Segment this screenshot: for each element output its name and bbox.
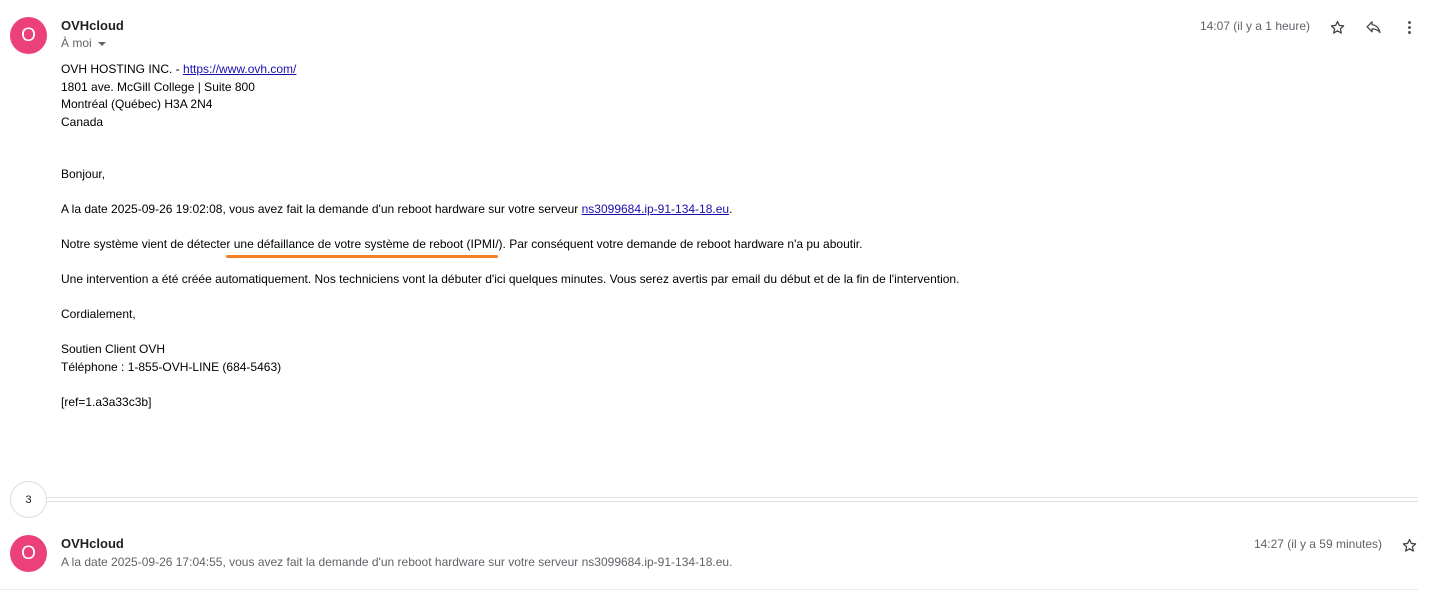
caret-down-icon [97,41,106,46]
sender-avatar-2[interactable]: O [10,535,47,572]
message-body: OVH HOSTING INC. - https://www.ovh.com/ … [61,61,1161,411]
sender-name-2[interactable]: OVHcloud [61,536,124,551]
star-button-2[interactable] [1397,533,1421,557]
more-vert-icon [1407,20,1411,34]
message-time: 14:07 (il y a 1 heure) [1199,19,1310,33]
highlight-underline [226,255,498,258]
address-country: Canada [61,114,104,129]
recipient-label: À moi [61,36,92,50]
signature-phone: Téléphone : 1-855-OVH-LINE (684-5463) [61,359,282,374]
paragraph-intervention: Une intervention a été créée automatique… [61,272,960,286]
star-icon [1402,538,1416,552]
star-button[interactable] [1325,15,1349,39]
paragraph-failure: Notre système vient de détecter une défa… [61,237,863,251]
address-line-2: Montréal (Québec) H3A 2N4 [61,97,213,111]
paragraph-request: A la date 2025-09-26 19:02:08, vous avez… [61,202,733,216]
more-options-button[interactable] [1397,15,1421,39]
star-icon [1330,20,1344,34]
message-snippet[interactable]: A la date 2025-09-26 17:04:55, vous avez… [61,555,732,569]
collapsed-divider-bottom [47,501,1418,502]
reference-code: [ref=1.a3a33c3b] [61,394,152,409]
server-link[interactable]: ns3099684.ip-91-134-18.eu [582,202,729,216]
bottom-divider [0,589,1418,590]
greeting: Bonjour, [61,167,106,181]
signature-name: Soutien Client OVH [61,342,166,356]
company-line: OVH HOSTING INC. - https://www.ovh.com/ [61,62,297,76]
collapsed-divider-top [47,497,1418,498]
company-link[interactable]: https://www.ovh.com/ [183,62,296,76]
address-line-1: 1801 ave. McGill College | Suite 800 [61,79,255,94]
closing: Cordialement, [61,307,136,321]
sender-name[interactable]: OVHcloud [61,18,124,33]
recipient-details-toggle[interactable]: À moi [61,36,106,50]
message-time-2: 14:27 (il y a 59 minutes) [1253,537,1382,551]
sender-avatar[interactable]: O [10,17,47,54]
reply-button[interactable] [1361,15,1385,39]
collapsed-messages-count[interactable]: 3 [10,481,47,518]
reply-icon [1365,20,1381,33]
